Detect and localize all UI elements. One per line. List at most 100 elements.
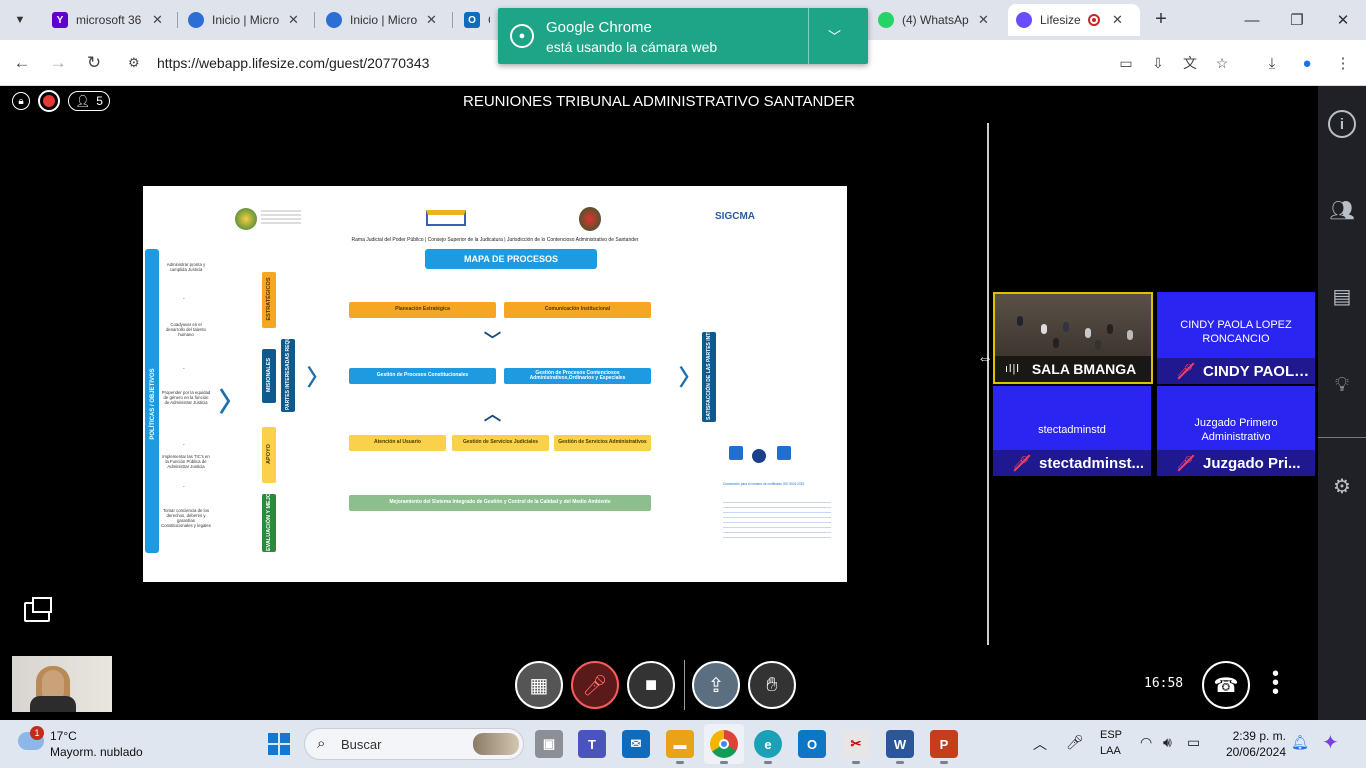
self-view-video[interactable] bbox=[12, 656, 112, 712]
menu-icon[interactable]: ⋮ bbox=[1332, 52, 1354, 74]
copilot-icon[interactable]: ✦ bbox=[1322, 730, 1339, 755]
share-screen-button[interactable]: ⇪ bbox=[692, 661, 740, 709]
fullscreen-icon[interactable] bbox=[24, 597, 52, 622]
tab-lifesize[interactable]: Lifesize ✕ bbox=[1008, 4, 1140, 36]
resize-handle-icon[interactable]: ⇔ bbox=[977, 350, 993, 368]
webcam-icon: ● bbox=[510, 24, 534, 48]
notification-bell-icon[interactable]: 🔔︎ bbox=[1291, 734, 1309, 751]
downloads-icon[interactable]: ⤓ bbox=[1261, 52, 1283, 74]
close-icon[interactable]: ✕ bbox=[152, 12, 163, 28]
volume-icon[interactable]: 🔊︎ bbox=[1163, 734, 1172, 751]
camera-notification[interactable]: ● Google Chrome está usando la cámara we… bbox=[498, 8, 868, 64]
forward-button[interactable]: → bbox=[46, 51, 70, 75]
objective-item: Tomar conciencia de los derechos, debere… bbox=[161, 508, 211, 529]
recording-icon[interactable] bbox=[38, 90, 60, 112]
windows-taskbar: 1 17°C Mayorm. nublado ⌕ Buscar ▣ T ✉ ▬ … bbox=[0, 720, 1366, 768]
restore-button[interactable]: ❐ bbox=[1285, 8, 1309, 32]
mic-muted-icon: 🎤︎ bbox=[1175, 361, 1195, 381]
weather-temperature[interactable]: 17°C bbox=[50, 729, 77, 743]
participant-name: Juzgado Primero Administrativo bbox=[1194, 417, 1278, 444]
url-text[interactable]: https://webapp.lifesize.com/guest/207703… bbox=[157, 55, 429, 71]
mute-button[interactable]: 🎤︎ bbox=[571, 661, 619, 709]
participant-label: Juzgado Pri... bbox=[1203, 454, 1301, 472]
new-tab-button[interactable]: + bbox=[1150, 8, 1172, 30]
task-view-icon[interactable]: ▣ bbox=[535, 730, 563, 758]
layout-button[interactable]: ▦ bbox=[515, 661, 563, 709]
system-date[interactable]: 20/06/2024 bbox=[1212, 745, 1286, 759]
certification-icon bbox=[777, 446, 791, 460]
info-icon[interactable]: i bbox=[1328, 110, 1356, 138]
certification-list bbox=[723, 498, 831, 538]
raise-hand-button[interactable]: ✋︎ bbox=[748, 661, 796, 709]
tab-outlook[interactable]: O Co bbox=[456, 4, 498, 36]
chevron-down-icon: ▼ bbox=[14, 14, 26, 26]
panel-divider[interactable] bbox=[987, 123, 989, 645]
powerpoint-icon[interactable]: P bbox=[930, 730, 958, 764]
objective-item: Implementar las TIC's en la Función Públ… bbox=[162, 454, 210, 470]
install-app-icon[interactable]: ⇩ bbox=[1148, 53, 1168, 73]
lock-icon[interactable]: 🔒︎ bbox=[12, 92, 30, 110]
participants-badge[interactable]: 👤︎ 5 bbox=[68, 91, 110, 111]
close-icon[interactable]: ✕ bbox=[288, 12, 299, 28]
lightbulb-icon[interactable]: 💡︎ bbox=[1328, 371, 1356, 399]
tab-yahoo[interactable]: Y microsoft 36 ✕ bbox=[44, 4, 176, 36]
video-camera-icon: ■ bbox=[644, 673, 658, 696]
camera-in-use-icon[interactable]: ▭ bbox=[1116, 53, 1136, 73]
site-info-icon[interactable]: ⚙ bbox=[128, 55, 140, 71]
battery-icon[interactable]: ▭ bbox=[1187, 734, 1200, 751]
hang-up-button[interactable]: ☎︎ bbox=[1202, 661, 1250, 709]
settings-gear-icon[interactable]: ⚙ bbox=[1328, 472, 1356, 500]
estrategicos-badge: ESTRATÉGICOS bbox=[262, 272, 276, 328]
camera-button[interactable]: ■ bbox=[627, 661, 675, 709]
minimize-button[interactable]: — bbox=[1240, 8, 1264, 32]
mic-muted-icon: 🎤︎ bbox=[1011, 453, 1031, 473]
sigcma-logo: SIGCMA bbox=[715, 211, 755, 222]
word-icon[interactable]: W bbox=[886, 730, 914, 764]
translate-icon[interactable]: 文 bbox=[1180, 53, 1200, 73]
reload-button[interactable]: ↻ bbox=[82, 51, 106, 75]
chevron-down-icon[interactable]: ﹀ bbox=[828, 26, 841, 45]
weather-description[interactable]: Mayorm. nublado bbox=[50, 745, 143, 759]
close-icon[interactable]: ✕ bbox=[978, 12, 989, 28]
wifi-icon[interactable]: ◠ bbox=[1140, 734, 1152, 751]
taskbar-search[interactable]: ⌕ Buscar bbox=[304, 728, 524, 760]
language-code[interactable]: ESP bbox=[1100, 729, 1122, 741]
participant-tile-juzgado[interactable]: Juzgado Primero Administrativo 🎤︎ Juzgad… bbox=[1157, 386, 1315, 476]
language-layout[interactable]: LAA bbox=[1100, 745, 1121, 757]
objective-item: Coadyuvar en el desarrollo del talento h… bbox=[166, 322, 206, 338]
windows-start-icon[interactable] bbox=[268, 733, 290, 755]
tab-inicio-2[interactable]: Inicio | Micro ✕ bbox=[318, 4, 450, 36]
profile-icon[interactable]: ● bbox=[1296, 52, 1318, 74]
edge-icon[interactable]: e bbox=[754, 730, 782, 764]
close-icon[interactable]: ✕ bbox=[1112, 12, 1123, 28]
participant-tile-cindy[interactable]: CINDY PAOLA LOPEZ RONCANCIO 🎤︎ CINDY PAO… bbox=[1157, 292, 1315, 384]
search-icon: ⌕ bbox=[317, 735, 326, 752]
participant-label: stectadminst... bbox=[1039, 454, 1145, 472]
shared-slide: SIGCMA Rama Judicial del Poder Público |… bbox=[143, 186, 847, 582]
judiciales-box: Gestión de Servicios Judiciales bbox=[452, 435, 549, 451]
participant-tile-stectadminstd[interactable]: stectadminstd 🎤︎ stectadminst... bbox=[993, 386, 1151, 476]
file-explorer-icon[interactable]: ▬ bbox=[666, 730, 694, 764]
teams-icon[interactable]: T bbox=[578, 730, 606, 758]
m365-icon bbox=[188, 12, 204, 28]
chevron-up-icon[interactable]: ︿ bbox=[1033, 734, 1047, 754]
system-time[interactable]: 2:39 p. m. bbox=[1230, 729, 1286, 743]
chat-icon[interactable]: ▤ bbox=[1328, 282, 1356, 310]
apoyo-badge: APOYO bbox=[262, 427, 276, 483]
close-icon[interactable]: ✕ bbox=[426, 12, 437, 28]
search-highlight-image bbox=[473, 733, 519, 755]
close-window-button[interactable]: ✕ bbox=[1331, 8, 1355, 32]
more-options-icon[interactable]: • • • bbox=[1272, 664, 1279, 702]
microphone-icon[interactable]: 🎤︎ bbox=[1066, 734, 1084, 751]
participants-icon[interactable]: 👥︎ bbox=[1328, 196, 1356, 224]
tab-search-button[interactable]: ▼ bbox=[8, 8, 32, 32]
participant-tile-sala[interactable]: ıl|l SALA BMANGA bbox=[993, 292, 1153, 384]
back-button[interactable]: ← bbox=[10, 51, 34, 75]
outlook-icon[interactable]: O bbox=[798, 730, 826, 758]
mail-icon[interactable]: ✉ bbox=[622, 730, 650, 758]
chrome-icon[interactable] bbox=[710, 730, 738, 764]
snipping-tool-icon[interactable]: ✂ bbox=[842, 730, 870, 764]
tab-inicio-1[interactable]: Inicio | Micro ✕ bbox=[180, 4, 312, 36]
bookmark-star-icon[interactable]: ☆ bbox=[1212, 53, 1232, 73]
tab-whatsapp[interactable]: (4) WhatsAp ✕ bbox=[870, 4, 1002, 36]
